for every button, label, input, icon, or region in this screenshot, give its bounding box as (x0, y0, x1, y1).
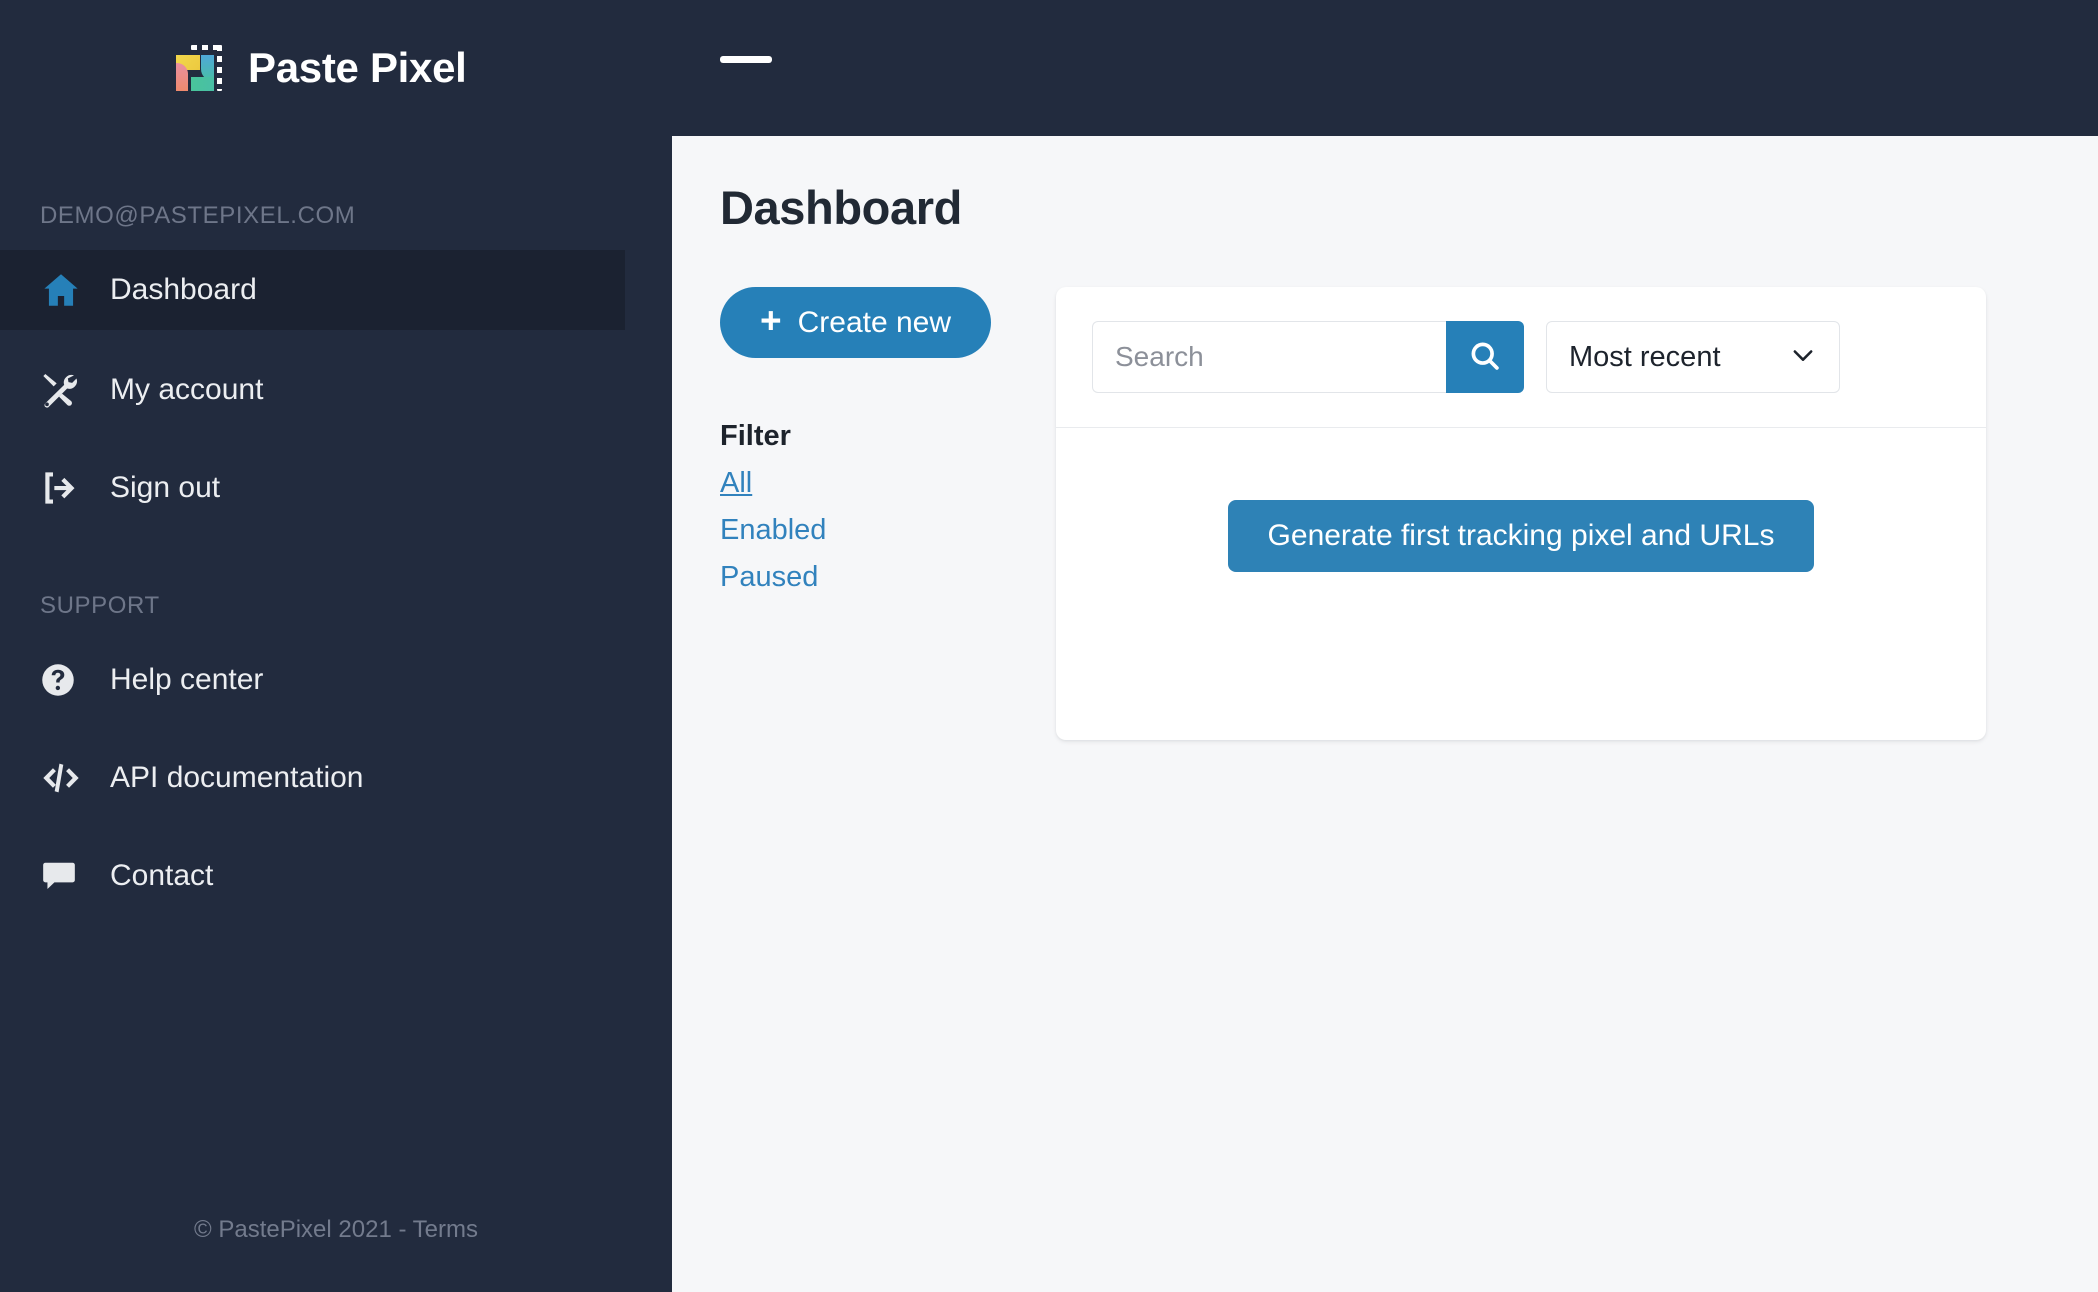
sort-select[interactable]: Most recent (1546, 321, 1840, 393)
sidebar-item-label: My account (110, 373, 264, 406)
create-new-label: Create new (797, 305, 952, 339)
filter-block: Filter All Enabled Paused (720, 420, 1020, 594)
filter-option-all[interactable]: All (720, 467, 1020, 500)
sidebar-item-label: Help center (110, 663, 264, 696)
app-root: Paste Pixel DEMO@PASTEPIXEL.COM Dashboar… (0, 0, 2098, 1292)
sidebar-item-api-documentation[interactable]: API documentation (0, 738, 625, 818)
logo-shape-pink (176, 63, 188, 91)
card-header: Most recent (1056, 287, 1986, 428)
menu-icon[interactable] (720, 56, 772, 63)
generate-first-pixel-button[interactable]: Generate first tracking pixel and URLs (1227, 500, 1815, 572)
sidebar: Paste Pixel DEMO@PASTEPIXEL.COM Dashboar… (0, 0, 672, 1292)
logo-shape-green (191, 77, 214, 91)
tools-icon (40, 370, 86, 410)
search-input[interactable] (1092, 321, 1446, 393)
sidebar-item-label: Contact (110, 859, 214, 892)
page-body: Dashboard + Create new Filter All Enable… (672, 136, 2098, 740)
sidebar-item-dashboard[interactable]: Dashboard (0, 250, 625, 330)
home-icon (40, 269, 86, 311)
sidebar-item-label: API documentation (110, 761, 364, 794)
sidebar-item-label: Dashboard (110, 273, 257, 306)
page-title: Dashboard (720, 181, 962, 234)
chat-bubble-icon (40, 857, 86, 895)
sidebar-support-label: SUPPORT (40, 592, 160, 619)
code-icon (40, 757, 86, 799)
brand[interactable]: Paste Pixel (0, 0, 672, 136)
content-row: + Create new Filter All Enabled Paused S… (720, 287, 2050, 740)
filter-heading: Filter (720, 420, 791, 452)
sidebar-nav-support: Help center API documentation Contact (0, 640, 672, 916)
sidebar-footer[interactable]: © PastePixel 2021 - Terms (0, 1216, 672, 1244)
search-group (1092, 321, 1524, 393)
left-column: + Create new Filter All Enabled Paused (720, 287, 1020, 594)
sidebar-item-label: Sign out (110, 471, 221, 504)
search-button[interactable] (1446, 321, 1524, 393)
sidebar-item-my-account[interactable]: My account (0, 350, 625, 430)
sidebar-item-sign-out[interactable]: Sign out (0, 448, 625, 528)
brand-name: Paste Pixel (248, 44, 467, 91)
main-content: Dashboard + Create new Filter All Enable… (672, 0, 2098, 1292)
question-circle-icon (40, 662, 86, 698)
search-icon (1468, 339, 1502, 376)
sidebar-item-help-center[interactable]: Help center (0, 640, 625, 720)
logo-dashed-right (217, 45, 222, 91)
plus-icon: + (760, 300, 782, 341)
card-body-empty-state: Generate first tracking pixel and URLs (1056, 428, 1986, 740)
sort-select-value: Most recent (1569, 340, 1721, 373)
sign-out-icon (40, 468, 86, 508)
chevron-down-icon (1789, 341, 1817, 374)
sidebar-account-label: DEMO@PASTEPIXEL.COM (40, 202, 356, 229)
filter-option-paused[interactable]: Paused (720, 561, 1020, 594)
sidebar-nav-primary: Dashboard My account Sign out (0, 250, 672, 528)
pastepixel-logo-icon (176, 45, 222, 91)
filter-option-enabled[interactable]: Enabled (720, 514, 1020, 547)
sidebar-item-contact[interactable]: Contact (0, 836, 625, 916)
topbar (672, 0, 2098, 136)
pixels-card: Most recent Generate first tracking pixe… (1056, 287, 1986, 740)
create-new-button[interactable]: + Create new (720, 287, 992, 358)
